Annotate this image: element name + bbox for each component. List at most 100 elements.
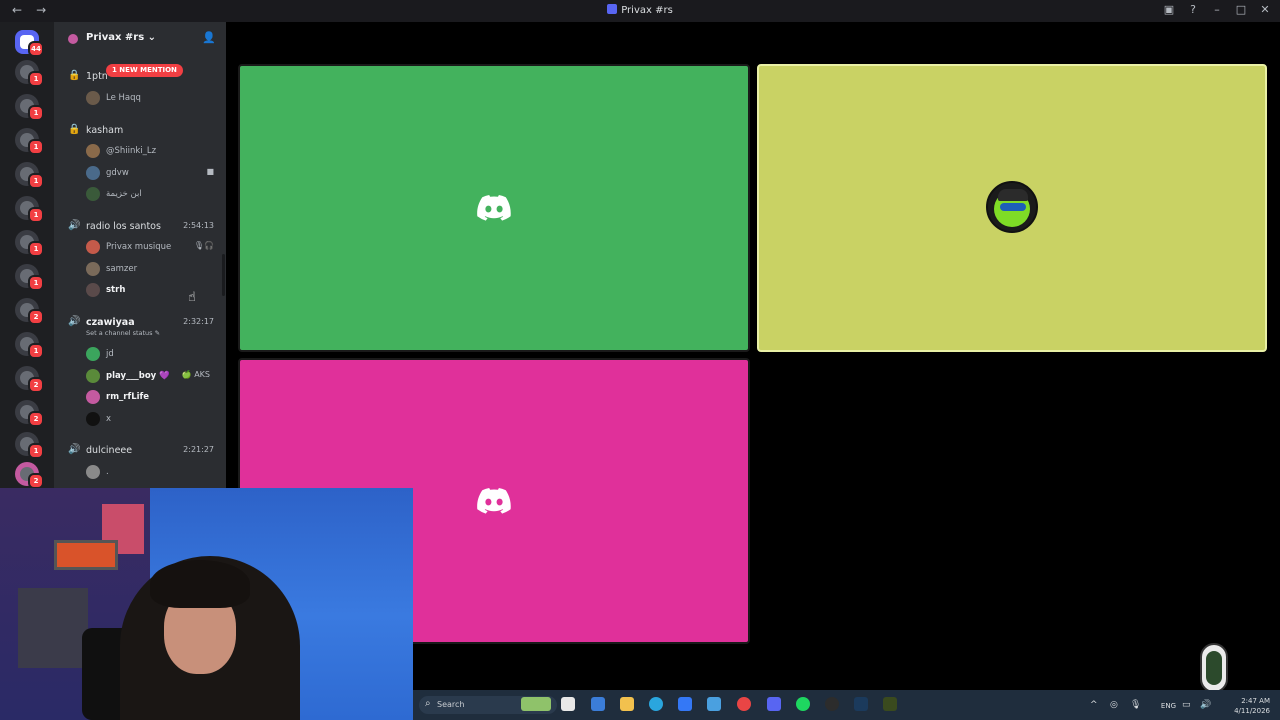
close-icon[interactable]: ✕ xyxy=(1258,3,1272,16)
opera-icon[interactable] xyxy=(737,697,751,711)
voice-user[interactable]: samzer xyxy=(84,260,226,278)
steam-icon[interactable] xyxy=(854,697,868,711)
file-explorer-icon[interactable] xyxy=(620,697,634,711)
user-name: Le Haqq xyxy=(106,93,141,103)
voice-channel[interactable]: 🔒 1ptn xyxy=(54,68,226,84)
voice-user[interactable]: jd xyxy=(84,345,226,363)
voice-user[interactable]: x xyxy=(84,410,226,428)
voice-user[interactable]: strh xyxy=(84,281,226,299)
discord-logo-icon xyxy=(477,195,511,221)
voice-channel[interactable]: 🔊 dulcineee 2:21:27 xyxy=(54,442,226,458)
mute-deafen-icon: 🎙🎧 xyxy=(193,241,214,250)
server-header[interactable]: Privax #rs ⌄ 👤 xyxy=(54,22,226,56)
voice-user[interactable]: ابن خزيمة xyxy=(84,185,226,203)
chevron-up-icon[interactable]: ^ xyxy=(1090,700,1098,710)
fireplace-tv xyxy=(54,540,118,570)
notification-badge: 2 xyxy=(28,309,44,325)
task-view-icon[interactable] xyxy=(561,697,575,711)
user-name: ابن خزيمة xyxy=(106,189,142,199)
notification-badge: 1 xyxy=(28,241,44,257)
add-member-icon[interactable]: 👤 xyxy=(202,31,216,44)
app-icon[interactable] xyxy=(883,697,897,711)
voice-user[interactable]: play___boy 💜 🍏 AKS xyxy=(84,367,226,385)
avatar xyxy=(86,166,100,180)
server-name: Privax #rs ⌄ xyxy=(86,32,157,43)
volume-icon[interactable]: 🔊 xyxy=(1200,700,1211,710)
avatar xyxy=(86,240,100,254)
voice-channel[interactable]: 🔒 kasham xyxy=(54,122,226,138)
display-icon[interactable]: ▭ xyxy=(1182,700,1191,710)
maximize-icon[interactable]: □ xyxy=(1234,3,1248,16)
app-icon[interactable] xyxy=(707,697,721,711)
server-icon[interactable]: 1 xyxy=(15,432,44,459)
microphone-icon[interactable]: 🎙 xyxy=(1130,700,1141,710)
user-name: @Shiinki_Lz xyxy=(106,146,157,156)
windows-taskbar: ⌕ Search ^ ◎ 🎙 ENG ▭ 🔊 2:47 AM 4/11/2026 xyxy=(413,690,1280,720)
webcam-overlay xyxy=(0,488,413,720)
avatar xyxy=(86,91,100,105)
server-icon[interactable]: 2 xyxy=(15,400,44,427)
voice-channel[interactable]: 🔊 czawiyaa 2:32:17 Set a channel status … xyxy=(54,314,226,337)
server-icon[interactable]: 2 xyxy=(15,366,44,393)
weather-widget-icon[interactable] xyxy=(521,697,551,711)
channel-status[interactable]: Set a channel status ✎ xyxy=(86,329,160,337)
avatar xyxy=(86,187,100,201)
avatar xyxy=(86,369,100,383)
server-icon[interactable]: 1 xyxy=(15,162,44,189)
discord-logo-icon xyxy=(477,488,511,514)
channel-sidebar: Privax #rs ⌄ 👤 1 NEW MENTION 🔒 1ptn Le H… xyxy=(54,22,226,488)
notification-badge: 2 xyxy=(28,473,44,489)
home-button[interactable]: 44 xyxy=(15,30,44,57)
server-icon[interactable]: 1 xyxy=(15,264,44,291)
voice-channel[interactable]: 🔊 radio los santos 2:54:13 xyxy=(54,218,226,234)
voice-user[interactable]: @Shiinki_Lz xyxy=(84,142,226,160)
lock-icon: 🔒 xyxy=(68,70,81,81)
spotify-icon[interactable] xyxy=(796,697,810,711)
user-name: rm_rfLife xyxy=(106,392,149,402)
sidebar-scrollbar[interactable] xyxy=(222,254,225,296)
channel-name: 1ptn xyxy=(86,71,108,82)
avatar xyxy=(86,144,100,158)
voice-user[interactable]: Privax musique 🎙🎧 xyxy=(84,238,226,256)
inbox-icon[interactable]: ▣ xyxy=(1162,3,1176,16)
server-icon[interactable]: 1 xyxy=(15,94,44,121)
avatar xyxy=(86,390,100,404)
user-name: . xyxy=(106,467,109,477)
window-controls: ▣ ? – □ ✕ xyxy=(1162,3,1272,16)
help-icon[interactable]: ? xyxy=(1186,3,1200,16)
server-icon[interactable]: 1 xyxy=(15,332,44,359)
search-input[interactable]: Search xyxy=(437,700,464,709)
edge-icon[interactable] xyxy=(649,697,663,711)
clock[interactable]: 2:47 AM 4/11/2026 xyxy=(1224,696,1270,716)
app-icon[interactable] xyxy=(825,697,839,711)
discord-taskbar-icon[interactable] xyxy=(767,697,781,711)
server-icon xyxy=(607,4,618,14)
voice-user[interactable]: Le Haqq xyxy=(84,89,226,107)
store-icon[interactable] xyxy=(591,697,605,711)
language-indicator[interactable]: ENG xyxy=(1161,702,1176,710)
avatar xyxy=(86,465,100,479)
server-icon[interactable]: 1 xyxy=(15,196,44,223)
user-name: x xyxy=(106,414,112,424)
server-icon[interactable]: 1 xyxy=(15,128,44,155)
server-icon[interactable]: 1 xyxy=(15,60,44,87)
avatar xyxy=(986,181,1038,233)
server-icon[interactable]: 1 xyxy=(15,230,44,257)
server-icon[interactable]: 2 xyxy=(15,462,44,489)
server-avatar-icon xyxy=(68,34,78,44)
mouse-cursor-icon: ☝ xyxy=(188,290,196,305)
voice-user[interactable]: . xyxy=(84,463,226,481)
minimize-icon[interactable]: – xyxy=(1210,3,1224,16)
title-bar: ← → Privax #rs ▣ ? – □ ✕ xyxy=(0,0,1280,22)
voice-user[interactable]: rm_rfLife xyxy=(84,388,226,406)
notification-badge: 44 xyxy=(28,41,44,57)
channel-name: dulcineee xyxy=(86,445,133,456)
network-icon[interactable]: ◎ xyxy=(1110,700,1118,710)
participant-tile-speaking[interactable] xyxy=(757,64,1267,352)
voice-user[interactable]: gdvw ■ xyxy=(84,164,226,182)
server-icon[interactable]: 2 xyxy=(15,298,44,325)
store-app-icon[interactable] xyxy=(678,697,692,711)
participant-tile[interactable] xyxy=(238,64,750,352)
video-camera-icon: ■ xyxy=(206,167,214,176)
speaker-icon: 🔊 xyxy=(68,316,81,327)
